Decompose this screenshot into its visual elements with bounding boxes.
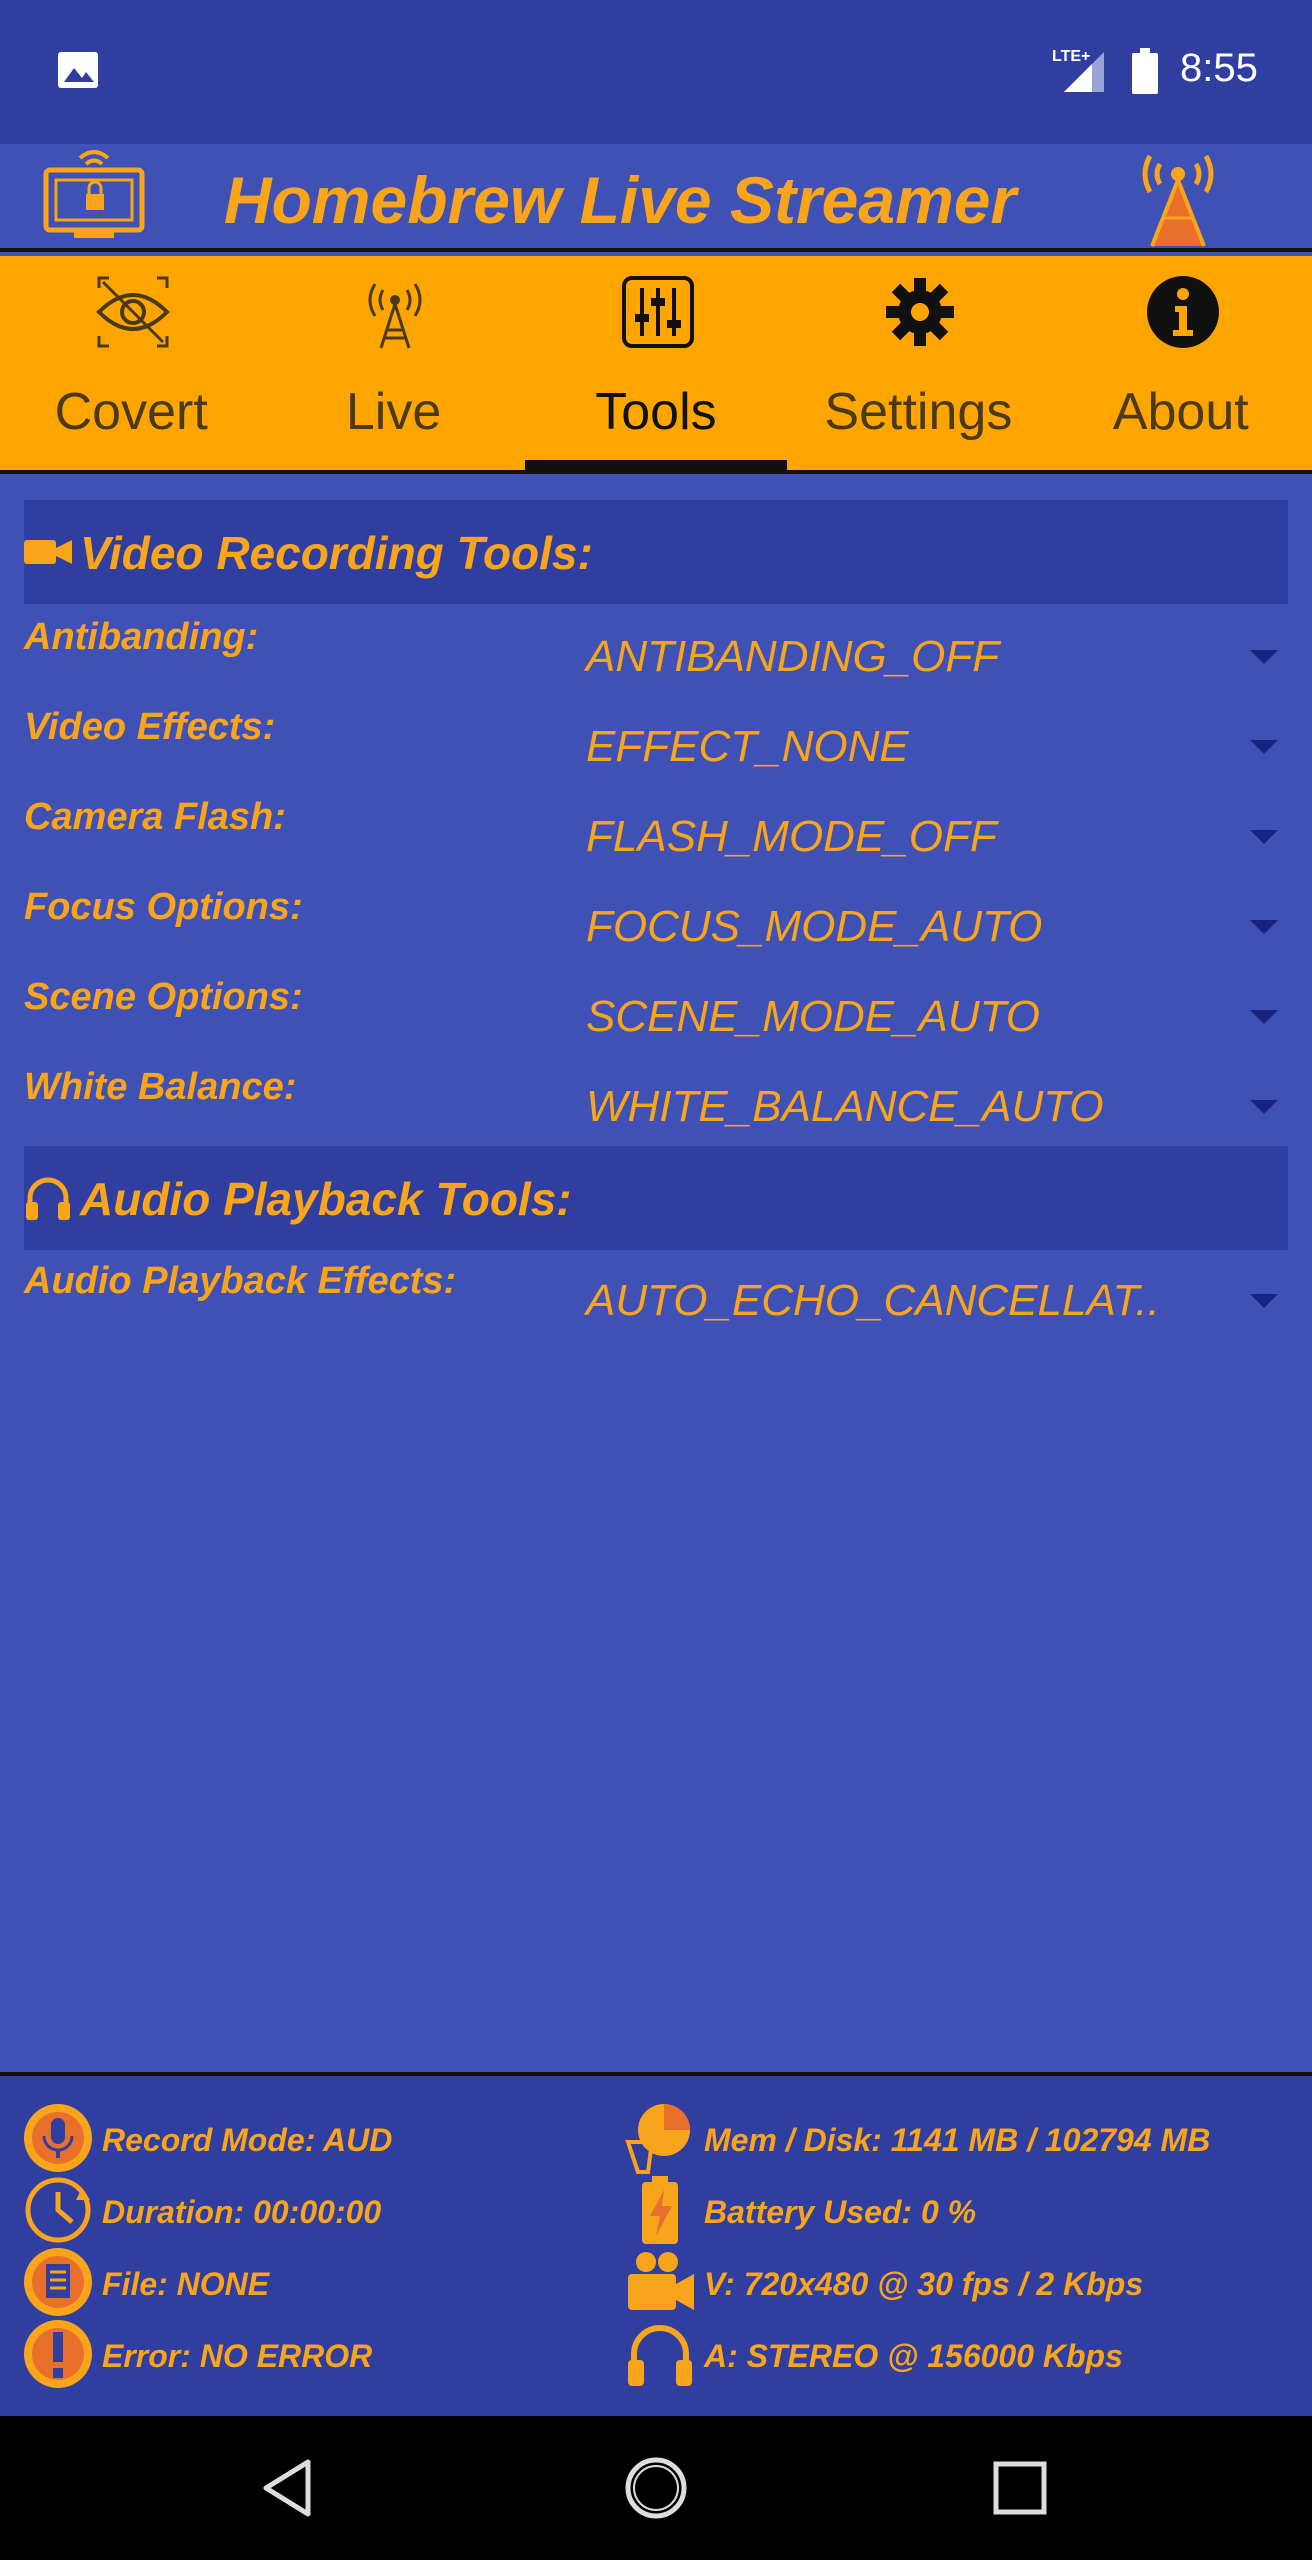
dropdown-value: SCENE_MODE_AUTO bbox=[586, 992, 1040, 1041]
focus-options-dropdown[interactable]: FOCUS_MODE_AUTO bbox=[586, 882, 1288, 962]
broadcast-tower-logo-icon bbox=[1142, 154, 1214, 247]
setting-label: Video Effects: bbox=[24, 706, 276, 748]
stat-text: Battery Used: 0 % bbox=[704, 2194, 977, 2230]
stat-text: Duration: 00:00:00 bbox=[102, 2194, 382, 2230]
setting-label: Antibanding: bbox=[24, 616, 259, 658]
setting-row-white-balance: White Balance: WHITE_BALANCE_AUTO bbox=[24, 1062, 1288, 1142]
recents-icon[interactable] bbox=[988, 2456, 1052, 2520]
dropdown-value: ANTIBANDING_OFF bbox=[586, 632, 1000, 681]
tab-live[interactable]: Live bbox=[262, 256, 524, 470]
setting-label: Focus Options: bbox=[24, 886, 303, 928]
chevron-down-icon bbox=[1250, 920, 1278, 934]
dropdown-value: AUTO_ECHO_CANCELLAT.. bbox=[586, 1276, 1160, 1325]
camera-flash-dropdown[interactable]: FLASH_MODE_OFF bbox=[586, 792, 1288, 872]
setting-label: Camera Flash: bbox=[24, 796, 286, 838]
chevron-down-icon bbox=[1250, 740, 1278, 754]
tab-label: Settings bbox=[824, 383, 1013, 441]
stat-text: V: 720x480 @ 30 fps / 2 Kbps bbox=[704, 2266, 1144, 2302]
chevron-down-icon bbox=[1250, 650, 1278, 664]
app-header: Homebrew Live Streamer bbox=[0, 144, 1312, 252]
tab-label: Live bbox=[345, 383, 442, 441]
clock-icon bbox=[25, 2177, 91, 2243]
stat-text: File: NONE bbox=[102, 2266, 270, 2302]
home-icon[interactable] bbox=[624, 2456, 688, 2520]
tab-settings[interactable]: Settings bbox=[787, 256, 1049, 470]
app-title: Homebrew Live Streamer bbox=[223, 163, 1017, 237]
memory-chart-icon bbox=[625, 2104, 690, 2174]
tab-bar: Covert Live Tools Settings About bbox=[0, 256, 1312, 474]
video-camera-icon bbox=[628, 2252, 694, 2310]
clock-time: 8:55 bbox=[1180, 46, 1258, 90]
dropdown-value: FOCUS_MODE_AUTO bbox=[586, 902, 1043, 951]
stat-text: Mem / Disk: 1141 MB / 102794 MB bbox=[704, 2122, 1211, 2158]
antenna-tower-icon bbox=[368, 283, 422, 349]
chevron-down-icon bbox=[1250, 1100, 1278, 1114]
file-icon bbox=[24, 2248, 92, 2316]
tab-about[interactable]: About bbox=[1050, 256, 1312, 470]
microphone-icon bbox=[24, 2104, 92, 2172]
back-icon[interactable] bbox=[258, 2456, 322, 2520]
headphones-icon bbox=[628, 2325, 692, 2386]
headphones-icon bbox=[26, 1177, 70, 1220]
signal-icon bbox=[1064, 52, 1104, 92]
status-bar: LTE+ 8:55 bbox=[0, 0, 1312, 144]
chevron-down-icon bbox=[1250, 1010, 1278, 1024]
white-balance-dropdown[interactable]: WHITE_BALANCE_AUTO bbox=[586, 1062, 1288, 1142]
tab-label: About bbox=[1112, 383, 1249, 441]
dropdown-value: EFFECT_NONE bbox=[586, 722, 909, 771]
chevron-down-icon bbox=[1250, 830, 1278, 844]
battery-icon bbox=[1132, 48, 1158, 94]
setting-row-camera-flash: Camera Flash: FLASH_MODE_OFF bbox=[24, 792, 1288, 872]
camcorder-icon bbox=[24, 540, 72, 564]
setting-row-antibanding: Antibanding: ANTIBANDING_OFF bbox=[24, 612, 1288, 692]
dropdown-value: FLASH_MODE_OFF bbox=[586, 812, 997, 861]
setting-row-focus-options: Focus Options: FOCUS_MODE_AUTO bbox=[24, 882, 1288, 962]
section-title: Audio Playback Tools: bbox=[80, 1173, 572, 1225]
scene-options-dropdown[interactable]: SCENE_MODE_AUTO bbox=[586, 972, 1288, 1052]
stat-text: A: STEREO @ 156000 Kbps bbox=[704, 2338, 1123, 2374]
chevron-down-icon bbox=[1250, 1294, 1278, 1308]
sliders-icon bbox=[621, 276, 694, 348]
tab-covert[interactable]: Covert bbox=[0, 256, 262, 470]
audio-playback-effects-dropdown[interactable]: AUTO_ECHO_CANCELLAT.. bbox=[586, 1256, 1288, 1336]
setting-label: White Balance: bbox=[24, 1066, 297, 1108]
stat-text: Error: NO ERROR bbox=[102, 2338, 373, 2374]
tab-label: Covert bbox=[54, 383, 208, 441]
image-notification-icon bbox=[58, 52, 98, 88]
system-navigation-bar bbox=[0, 2416, 1312, 2560]
setting-row-audio-playback-effects: Audio Playback Effects: AUTO_ECHO_CANCEL… bbox=[24, 1256, 1288, 1336]
dropdown-value: WHITE_BALANCE_AUTO bbox=[586, 1082, 1104, 1131]
setting-label: Audio Playback Effects: bbox=[24, 1260, 457, 1302]
setting-row-scene-options: Scene Options: SCENE_MODE_AUTO bbox=[24, 972, 1288, 1052]
warning-icon bbox=[24, 2320, 92, 2388]
battery-charging-icon bbox=[642, 2176, 678, 2244]
video-effects-dropdown[interactable]: EFFECT_NONE bbox=[586, 702, 1288, 782]
info-icon bbox=[1146, 276, 1219, 348]
tab-tools[interactable]: Tools bbox=[524, 256, 788, 470]
setting-row-video-effects: Video Effects: EFFECT_NONE bbox=[24, 702, 1288, 782]
video-recording-tools-header: Video Recording Tools: bbox=[24, 500, 1288, 604]
section-title: Video Recording Tools: bbox=[80, 527, 593, 579]
tab-label: Tools bbox=[595, 383, 717, 441]
antibanding-dropdown[interactable]: ANTIBANDING_OFF bbox=[586, 612, 1288, 692]
eye-icon bbox=[96, 276, 170, 348]
audio-playback-tools-header: Audio Playback Tools: bbox=[24, 1146, 1288, 1250]
setting-label: Scene Options: bbox=[24, 976, 303, 1018]
gear-icon bbox=[886, 278, 955, 346]
stat-text: Record Mode: AUD bbox=[102, 2122, 393, 2158]
